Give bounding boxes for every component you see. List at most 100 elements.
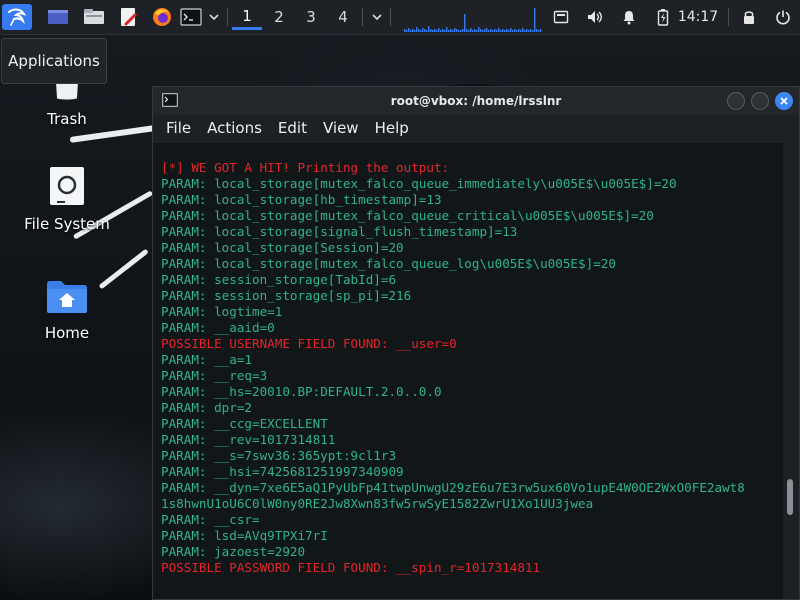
cpu-graph-bar: [440, 30, 442, 32]
cpu-graph-bar: [462, 29, 464, 32]
cpu-graph-bar: [456, 29, 458, 32]
cpu-graph-bar: [538, 30, 540, 32]
file-manager-button[interactable]: [80, 4, 108, 30]
terminal-titlebar[interactable]: root@vbox: /home/lrsslnr: [153, 87, 799, 115]
logout-button[interactable]: [772, 4, 794, 30]
menu-actions[interactable]: Actions: [200, 119, 269, 137]
workspace-1-button[interactable]: 1: [232, 4, 262, 30]
cpu-graph-bar: [522, 28, 524, 32]
screenshot-button[interactable]: [550, 4, 572, 30]
cpu-graph-bar: [442, 29, 444, 32]
terminal-line: PARAM: local_storage[mutex_falco_queue_i…: [161, 176, 677, 191]
terminal-line: PARAM: local_storage[mutex_falco_queue_l…: [161, 256, 616, 271]
workspace-4-button[interactable]: 4: [328, 4, 358, 30]
cpu-graph-widget[interactable]: [404, 6, 542, 32]
cpu-graph-bar: [540, 29, 542, 32]
cpu-graph-bar: [450, 29, 452, 32]
cpu-graph-bar: [482, 30, 484, 32]
workspace-label: 2: [274, 8, 284, 26]
cpu-graph-bar: [498, 28, 500, 32]
close-button[interactable]: [775, 92, 793, 110]
workspace-label: 3: [306, 8, 316, 26]
cpu-graph-bar: [506, 29, 508, 32]
cpu-graph-bar: [470, 28, 472, 32]
terminal-line: PARAM: __aaid=0: [161, 320, 275, 335]
cpu-graph-bar: [430, 29, 432, 32]
window-list-dropdown-button[interactable]: [368, 4, 386, 30]
cpu-graph-bar: [520, 30, 522, 32]
cpu-graph-bar: [414, 30, 416, 32]
terminal-line: 1s8hwnU1oU6C0lW0ny0RE2Jw8Xwn83fw5rwSyE15…: [161, 496, 594, 511]
cpu-graph-bar: [536, 29, 538, 32]
terminal-line: PARAM: jazoest=2920: [161, 544, 306, 559]
volume-button[interactable]: [584, 4, 606, 30]
battery-button[interactable]: [652, 4, 674, 30]
panel-separator: [362, 8, 363, 26]
file-manager-icon: [84, 9, 104, 24]
notifications-button[interactable]: [618, 4, 640, 30]
menu-file[interactable]: File: [159, 119, 198, 137]
cpu-graph-bar: [518, 29, 520, 32]
terminal-line: PARAM: session_storage[TabId]=6: [161, 272, 397, 287]
terminal-alert-line: POSSIBLE PASSWORD FIELD FOUND: __spin_r=…: [161, 560, 541, 575]
workspace-3-button[interactable]: 3: [296, 4, 326, 30]
cpu-graph-bar: [416, 27, 418, 32]
cpu-graph-bar: [494, 29, 496, 32]
terminal-line: PARAM: local_storage[signal_flush_timest…: [161, 224, 518, 239]
cpu-graph-bar: [524, 30, 526, 32]
cpu-graph-bar: [526, 29, 528, 32]
cpu-graph-bar: [488, 30, 490, 32]
desktop-icon-file-system[interactable]: File System: [12, 165, 122, 233]
cpu-graph-bar: [434, 29, 436, 32]
workspace-label: 1: [242, 6, 252, 25]
panel-separator: [390, 8, 391, 26]
text-editor-button[interactable]: [114, 4, 142, 30]
terminal-output[interactable]: [*] WE GOT A HIT! Printing the output: PA…: [153, 143, 783, 599]
firefox-icon: [153, 8, 171, 26]
terminal-launcher-button[interactable]: [178, 4, 204, 30]
cpu-graph-bar: [528, 30, 530, 32]
launcher-dropdown-button[interactable]: [206, 4, 222, 30]
menu-help[interactable]: Help: [368, 119, 416, 137]
scrollbar-thumb[interactable]: [787, 479, 793, 515]
menu-edit[interactable]: Edit: [271, 119, 314, 137]
cpu-graph-bar: [534, 8, 536, 32]
notifications-icon: [623, 11, 635, 25]
terminal-line: PARAM: session_storage[sp_pi]=216: [161, 288, 412, 303]
cpu-graph-bar: [418, 29, 420, 32]
desktop-icon-label: Trash: [47, 110, 87, 128]
cpu-graph-bar: [514, 29, 516, 32]
terminal-window[interactable]: root@vbox: /home/lrsslnr File Actions Ed…: [152, 86, 800, 600]
drive-icon: [50, 167, 84, 205]
terminal-line: PARAM: local_storage[hb_timestamp]=13: [161, 192, 442, 207]
cpu-graph-bar: [532, 30, 534, 32]
cpu-graph-bar: [516, 30, 518, 32]
terminal-menubar: File Actions Edit View Help: [153, 115, 799, 141]
cpu-graph-bar: [428, 26, 430, 32]
cpu-graph-bar: [422, 28, 424, 32]
terminal-alert-line: POSSIBLE USERNAME FIELD FOUND: __user=0: [161, 336, 457, 351]
menu-view[interactable]: View: [316, 119, 366, 137]
terminal-line: PARAM: logtime=1: [161, 304, 283, 319]
battery-icon: [657, 9, 669, 26]
cpu-graph-bar: [438, 28, 440, 32]
cpu-graph-bar: [530, 29, 532, 32]
cpu-graph-bar: [474, 29, 476, 32]
maximize-button[interactable]: [751, 92, 769, 110]
terminal-scrollbar[interactable]: [783, 143, 799, 599]
home-folder-icon: [47, 281, 87, 313]
desktop-icon-home[interactable]: Home: [12, 278, 122, 342]
cpu-graph-bar: [412, 29, 414, 32]
kali-menu-button[interactable]: [2, 4, 32, 30]
terminal-line: PARAM: __a=1: [161, 352, 252, 367]
minimize-button[interactable]: [727, 92, 745, 110]
terminal-line: PARAM: __ccg=EXCELLENT: [161, 416, 328, 431]
cpu-graph-bar: [500, 30, 502, 32]
workspace-switcher-button[interactable]: [44, 4, 72, 30]
firefox-button[interactable]: [148, 4, 176, 30]
cpu-graph-bar: [432, 30, 434, 32]
panel-clock[interactable]: 14:17: [676, 4, 720, 30]
workspace-2-button[interactable]: 2: [264, 4, 294, 30]
cpu-graph-bar: [420, 30, 422, 32]
lock-screen-button[interactable]: [738, 4, 760, 30]
